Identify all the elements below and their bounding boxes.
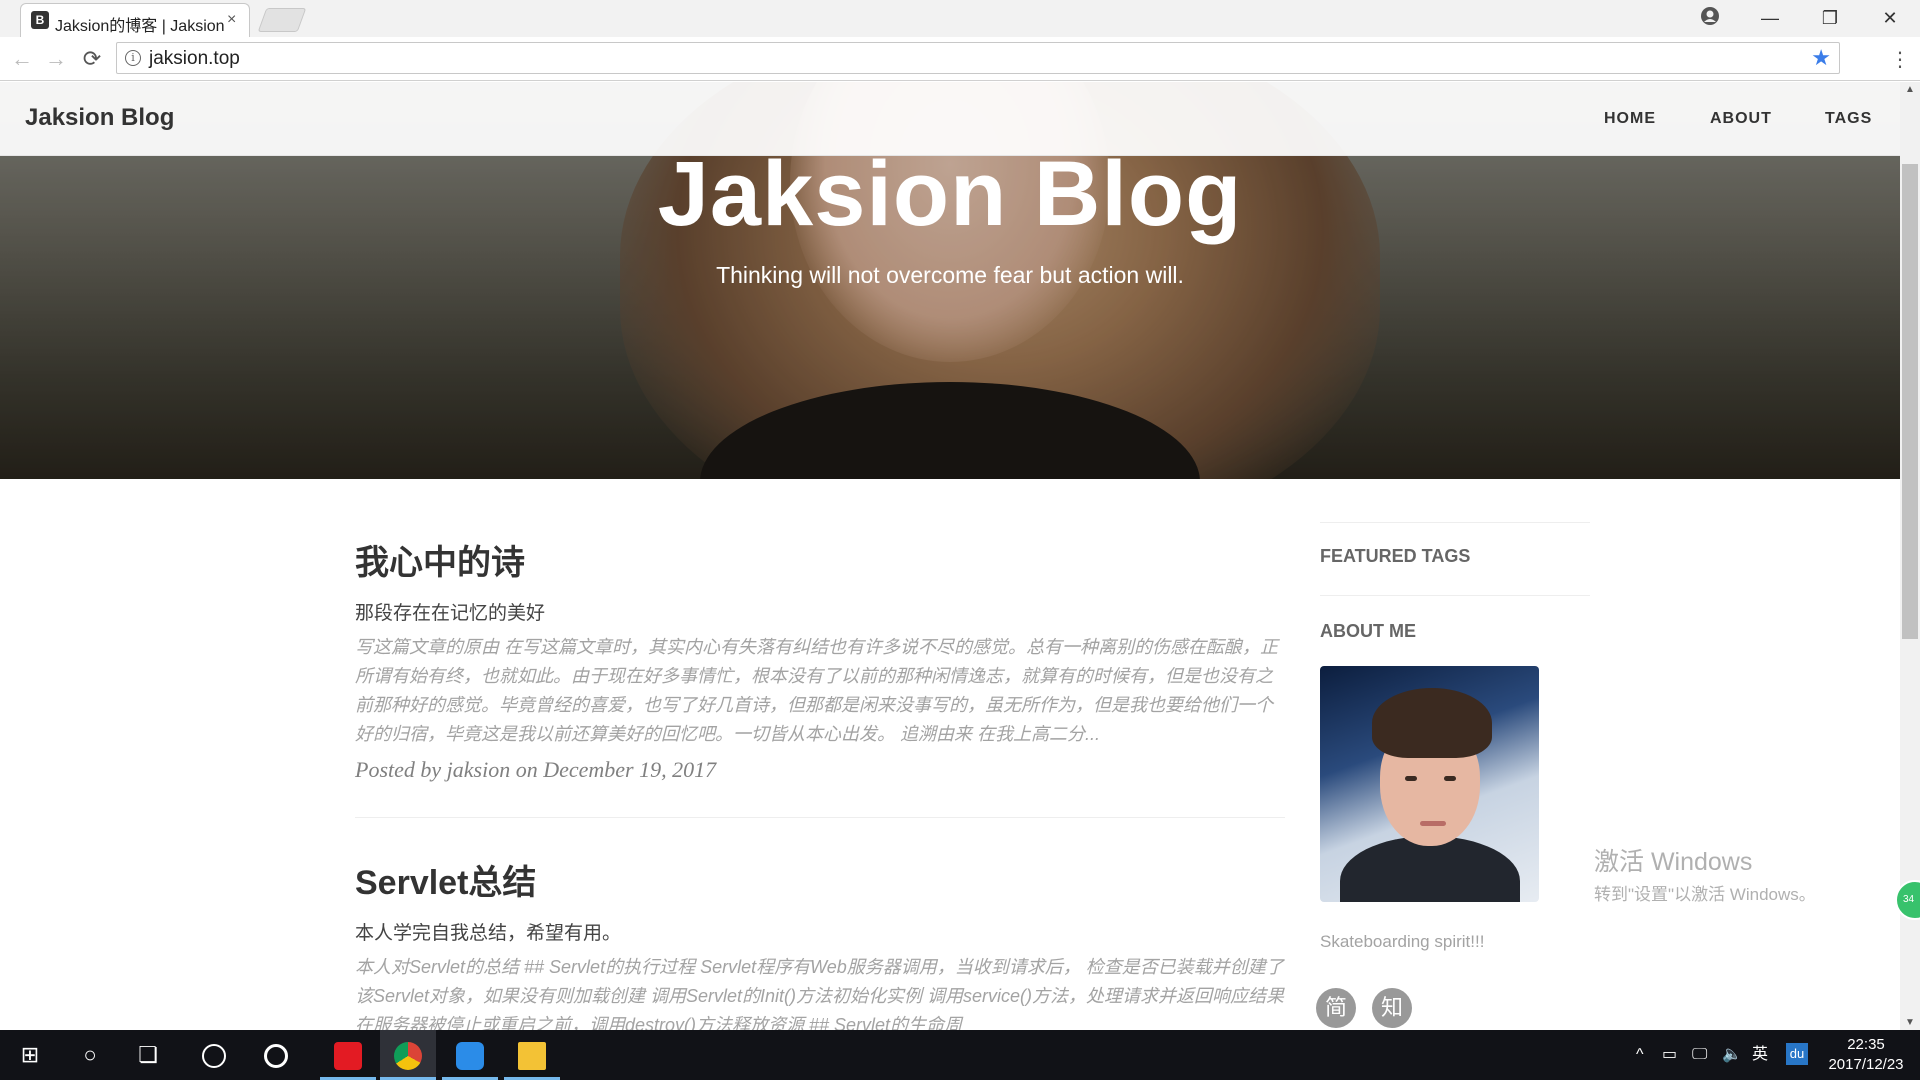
post-meta: Posted by jaksion on December 19, 2017 — [355, 757, 717, 782]
battery-icon[interactable]: ▭ — [1662, 1030, 1677, 1080]
tab-strip: B Jaksion的博客 | Jaksion × — ❐ ✕ — [0, 0, 1920, 37]
notes-glyph-icon — [456, 1042, 484, 1071]
clock-date: 2017/12/23 — [1828, 1056, 1904, 1073]
post-excerpt[interactable]: 写这篇文章的原由 在写这篇文章时，其实内心有失落有纠结也有许多说不尽的感觉。总有… — [355, 633, 1285, 749]
site-info-icon[interactable]: i — [125, 50, 141, 66]
post-title[interactable]: 我心中的诗 — [355, 535, 1285, 584]
social-links: 简 知 — [1316, 988, 1590, 1028]
post-preview[interactable]: 我心中的诗 那段存在在记忆的美好 写这篇文章的原由 在写这篇文章时，其实内心有失… — [355, 535, 1285, 783]
forward-button[interactable]: → — [42, 45, 70, 73]
input-method-indicator[interactable]: 英 — [1752, 1030, 1768, 1080]
folder-glyph-icon — [518, 1042, 546, 1071]
bookmark-star-icon[interactable]: ★ — [1811, 45, 1831, 71]
about-me-text: Skateboarding spirit!!! — [1320, 932, 1485, 951]
back-button[interactable]: ← — [8, 45, 36, 73]
close-window-button[interactable]: ✕ — [1870, 4, 1910, 32]
site-brand-link[interactable]: Jaksion Blog — [25, 104, 174, 132]
netease-glyph-icon — [334, 1042, 362, 1071]
url-text[interactable]: jaksion.top — [149, 48, 240, 70]
volume-icon[interactable]: 🔈 — [1722, 1030, 1742, 1080]
post-preview[interactable]: Servlet总结 本人学完自我总结，希望有用。 本人对Servlet的总结 #… — [355, 855, 1285, 1030]
windows-taskbar: ⊞ ○ ❏ ^ ▭ 🖵 🔈 英 du 22:35 2017/12/23 — [0, 1030, 1920, 1080]
tab-title: Jaksion的博客 | Jaksion — [55, 18, 225, 35]
hero-subtitle: Thinking will not overcome fear but acti… — [716, 262, 1184, 288]
avatar — [1320, 666, 1539, 902]
hero-title: Jaksion Blog — [657, 143, 1243, 245]
restore-button[interactable]: ❐ — [1810, 4, 1850, 32]
windows-activation-watermark: 激活 Windows 转到"设置"以激活 Windows。 — [1594, 842, 1816, 905]
nav-link-about[interactable]: ABOUT — [1710, 110, 1772, 128]
browser-toolbar: ← → ⟳ i jaksion.top ★ ⋮ — [0, 37, 1920, 81]
scroll-down-arrow-icon[interactable]: ▼ — [1905, 1017, 1915, 1028]
watermark-subtitle: 转到"设置"以激活 Windows。 — [1594, 885, 1816, 904]
clock-time: 22:35 — [1847, 1036, 1885, 1053]
start-button-icon[interactable]: ⊞ — [2, 1030, 58, 1080]
avatar-mouth — [1420, 821, 1446, 826]
network-icon[interactable]: 🖵 — [1692, 1030, 1707, 1080]
netease-music-icon[interactable] — [320, 1030, 376, 1080]
site-favicon-icon: B — [31, 11, 49, 29]
app-glyph-icon — [202, 1044, 226, 1069]
notes-app-icon[interactable] — [442, 1030, 498, 1080]
nav-link-home[interactable]: HOME — [1604, 110, 1656, 128]
system-clock[interactable]: 22:35 2017/12/23 — [1816, 1035, 1916, 1075]
task-view-icon[interactable]: ❏ — [120, 1030, 176, 1080]
sidebar-divider — [1320, 595, 1590, 596]
new-tab-button[interactable] — [257, 8, 307, 32]
address-bar[interactable]: i jaksion.top ★ — [116, 42, 1840, 74]
pinned-app-icon[interactable] — [186, 1030, 242, 1080]
profile-icon[interactable] — [1700, 6, 1720, 26]
browser-tab[interactable]: B Jaksion的博客 | Jaksion × — [20, 3, 250, 37]
chrome-glyph-icon — [394, 1042, 422, 1071]
featured-tags-heading: FEATURED TAGS — [1320, 546, 1471, 566]
scroll-up-arrow-icon[interactable]: ▲ — [1905, 84, 1915, 95]
reload-button[interactable]: ⟳ — [78, 45, 106, 73]
file-explorer-icon[interactable] — [504, 1030, 560, 1080]
post-subtitle[interactable]: 那段存在在记忆的美好 — [355, 598, 1285, 625]
baidu-tray-icon[interactable]: du — [1786, 1043, 1808, 1065]
cortana-search-icon[interactable]: ○ — [62, 1030, 118, 1080]
post-divider — [355, 817, 1285, 818]
watermark-title: 激活 Windows — [1594, 848, 1753, 876]
post-excerpt[interactable]: 本人对Servlet的总结 ## Servlet的执行过程 Servlet程序有… — [355, 953, 1285, 1030]
tab-close-icon[interactable]: × — [227, 11, 236, 29]
sidebar-divider — [1320, 522, 1590, 523]
avatar-hair — [1372, 688, 1492, 758]
minimize-button[interactable]: — — [1750, 4, 1790, 32]
browser-menu-icon[interactable]: ⋮ — [1890, 47, 1910, 72]
jianshu-link-icon[interactable]: 简 — [1316, 988, 1356, 1028]
ie-browser-icon[interactable] — [248, 1030, 304, 1080]
about-me-heading: ABOUT ME — [1320, 621, 1416, 641]
sidebar: FEATURED TAGS ABOUT ME Skateboarding spi… — [1316, 522, 1590, 1028]
avatar-eye — [1444, 776, 1456, 781]
zhihu-link-icon[interactable]: 知 — [1372, 988, 1412, 1028]
chrome-icon[interactable] — [380, 1030, 436, 1080]
site-navbar: Jaksion Blog HOME ABOUT TAGS — [0, 82, 1900, 156]
avatar-eye — [1405, 776, 1417, 781]
ie-glyph-icon — [264, 1044, 288, 1069]
nav-link-tags[interactable]: TAGS — [1825, 110, 1872, 128]
scrollbar-thumb[interactable] — [1902, 164, 1918, 639]
post-subtitle[interactable]: 本人学完自我总结，希望有用。 — [355, 918, 1285, 945]
tray-expand-icon[interactable]: ^ — [1636, 1030, 1644, 1080]
post-title[interactable]: Servlet总结 — [355, 855, 1285, 904]
